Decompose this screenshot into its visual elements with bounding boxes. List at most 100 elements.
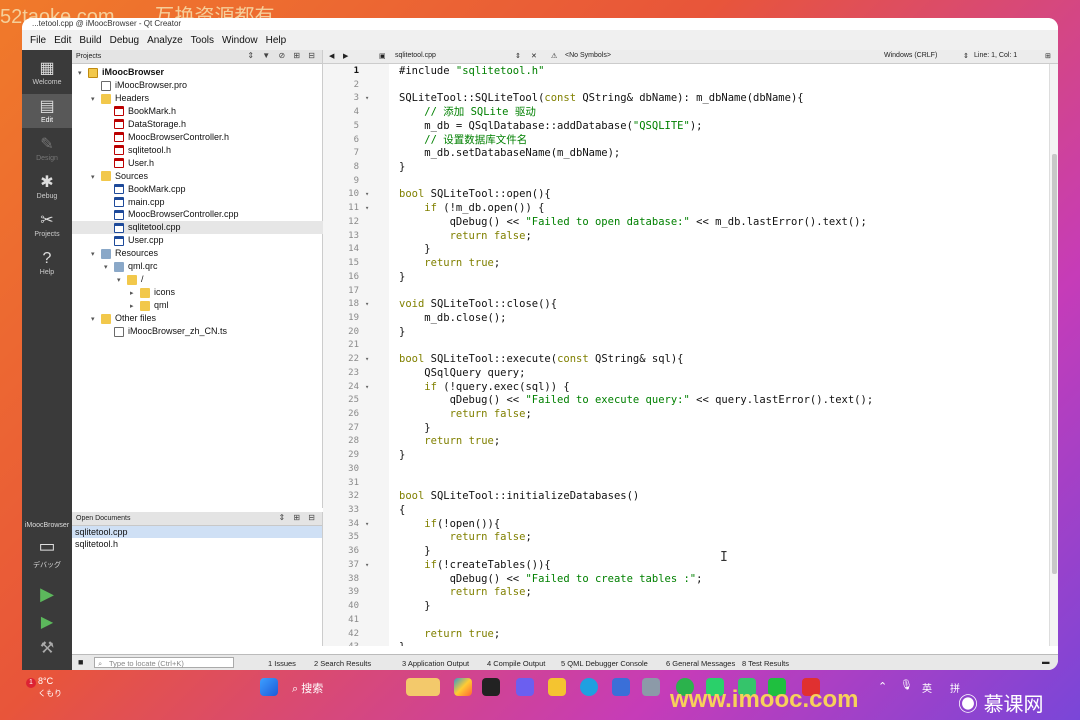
code-line[interactable]: 32 bool SQLiteTool::initializeDatabases() [323,490,1049,504]
cursor-position[interactable]: Line: 1, Col: 1 [974,52,1017,59]
code-line[interactable]: 42 return true; [323,628,1049,642]
tree-item[interactable]: MoocBrowserController.cpp [72,208,239,221]
locator-input[interactable]: ⌕ Type to locate (Ctrl+K) [94,657,234,668]
editor-file-select[interactable]: sqlitetool.cpp [395,52,436,59]
code-line[interactable]: 6 // 设置数据库文件名 [323,134,1049,148]
tree-item[interactable]: sqlitetool.cpp [72,221,352,235]
code-line[interactable]: 38 qDebug() << "Failed to create tables … [323,573,1049,587]
tree-item[interactable]: ▾ iMoocBrowser [72,66,164,79]
fold-marker-icon[interactable]: ▾ [365,381,369,395]
tree-item[interactable]: ▾ Headers [72,92,149,105]
code-line[interactable]: 19 m_db.close(); [323,312,1049,326]
tree-item[interactable]: BookMark.cpp [72,183,186,196]
output-tab[interactable]: 8 Test Results [742,659,789,668]
windows-start-icon[interactable] [260,678,278,696]
microphone-icon[interactable]: 🎙 [900,680,913,691]
editor-scrollbar[interactable] [1049,64,1058,646]
code-line[interactable]: 20} [323,326,1049,340]
app-icon-2[interactable] [482,678,500,696]
menu-file[interactable]: File [30,35,46,46]
ime-label[interactable]: 英 [922,680,932,695]
code-line[interactable]: 37 ▾ if(!createTables()){ [323,559,1049,573]
tree-item[interactable]: BookMark.h [72,105,176,118]
tree-item[interactable]: main.cpp [72,196,165,209]
weather-desc[interactable]: くもり [38,688,62,699]
progress-toggle-icon[interactable]: ▬ [1042,657,1050,666]
code-line[interactable]: 41 [323,614,1049,628]
code-line[interactable]: 34 ▾ if(!open()){ [323,518,1049,532]
code-line[interactable]: 16} [323,271,1049,285]
debug-run-icon[interactable]: ▶ [22,612,72,632]
code-line[interactable]: 31 [323,477,1049,491]
tree-item[interactable]: sqlitetool.h [72,144,171,157]
code-line[interactable]: 10 ▾ bool SQLiteTool::open(){ [323,188,1049,202]
code-line[interactable]: 24 ▾ if (!query.exec(sql)) { [323,381,1049,395]
code-line[interactable]: 43} [323,641,1049,646]
code-line[interactable]: 2 [323,79,1049,93]
tree-item[interactable]: ▾ Sources [72,170,148,183]
line-ending-dropdown-icon[interactable]: ⇕ [963,52,969,60]
app-icon-1[interactable] [454,678,472,696]
close-file-icon[interactable]: ✕ [531,52,537,60]
weather-temp[interactable]: 8°C [38,676,53,686]
menu-analyze[interactable]: Analyze [147,35,183,46]
pane-tools[interactable]: ⇕ ▼ ⊘ ⊞ ⊟ [247,51,318,60]
app-banner-icon[interactable] [406,678,440,696]
code-line[interactable]: 27 } [323,422,1049,436]
code-line[interactable]: 5 m_db = QSqlDatabase::addDatabase("QSQL… [323,120,1049,134]
fold-marker-icon[interactable]: ▾ [365,92,369,106]
code-line[interactable]: 9 [323,175,1049,189]
mode-design[interactable]: ✎ Design [22,132,72,166]
code-line[interactable]: 30 [323,463,1049,477]
app-icon-4[interactable] [612,678,630,696]
tree-item[interactable]: ▸ icons [72,286,175,299]
fold-marker-icon[interactable]: ▾ [365,188,369,202]
build-hammer-icon[interactable]: ⚒ [22,638,72,658]
menu-edit[interactable]: Edit [54,35,71,46]
code-line[interactable]: 23 QSqlQuery query; [323,367,1049,381]
code-line[interactable]: 15 return true; [323,257,1049,271]
menu-tools[interactable]: Tools [191,35,214,46]
code-line[interactable]: 35 return false; [323,531,1049,545]
code-line[interactable]: 12 qDebug() << "Failed to open database:… [323,216,1049,230]
code-line[interactable]: 39 return false; [323,586,1049,600]
code-line[interactable]: 21 [323,339,1049,353]
app-icon-5[interactable] [642,678,660,696]
split-icon[interactable]: ⊞ [1045,52,1051,60]
tree-item[interactable]: ▾ Other files [72,312,156,325]
output-tab[interactable]: 3 Application Output [402,659,469,668]
taskbar-search[interactable]: ⌕ 搜索 [292,680,323,696]
tree-item[interactable]: ▾ / [72,273,144,286]
code-line[interactable]: 26 return false; [323,408,1049,422]
mode-welcome[interactable]: ▦ Welcome [22,56,72,90]
code-line[interactable]: 25 qDebug() << "Failed to execute query:… [323,394,1049,408]
tree-item[interactable]: ▸ qml [72,299,169,312]
tree-item[interactable]: DataStorage.h [72,118,186,131]
nav-forward-icon[interactable]: ▶ [343,52,348,60]
monitor-icon[interactable]: ▭ [22,536,72,557]
code-line[interactable]: 8} [323,161,1049,175]
fold-marker-icon[interactable]: ▾ [365,298,369,312]
output-tab[interactable]: 6 General Messages [666,659,735,668]
code-line[interactable]: 13 return false; [323,230,1049,244]
code-line[interactable]: 29} [323,449,1049,463]
run-icon[interactable]: ▶ [22,584,72,605]
fold-marker-icon[interactable]: ▾ [365,518,369,532]
tray-chevron-icon[interactable]: ⌃ [878,680,887,693]
code-line[interactable]: 1 #include "sqlitetool.h" [323,65,1049,79]
tree-item[interactable]: User.h [72,157,154,170]
tree-item[interactable]: iMoocBrowser_zh_CN.ts [72,325,227,338]
menu-window[interactable]: Window [222,35,258,46]
mode-help[interactable]: ? Help [22,246,72,280]
code-line[interactable]: 14 } [323,243,1049,257]
mode-edit[interactable]: ▤ Edit [22,94,72,128]
folder-icon[interactable] [548,678,566,696]
output-tab[interactable]: 5 QML Debugger Console [561,659,648,668]
sidebar-toggle-icon[interactable]: ■ [78,657,83,667]
pane-tools[interactable]: ⇕ ⊞ ⊟ [278,513,318,522]
output-tab[interactable]: 4 Compile Output [487,659,545,668]
tree-item[interactable]: User.cpp [72,234,164,247]
scroll-thumb[interactable] [1052,154,1057,574]
fold-marker-icon[interactable]: ▾ [365,353,369,367]
tree-item[interactable]: MoocBrowserController.h [72,131,229,144]
